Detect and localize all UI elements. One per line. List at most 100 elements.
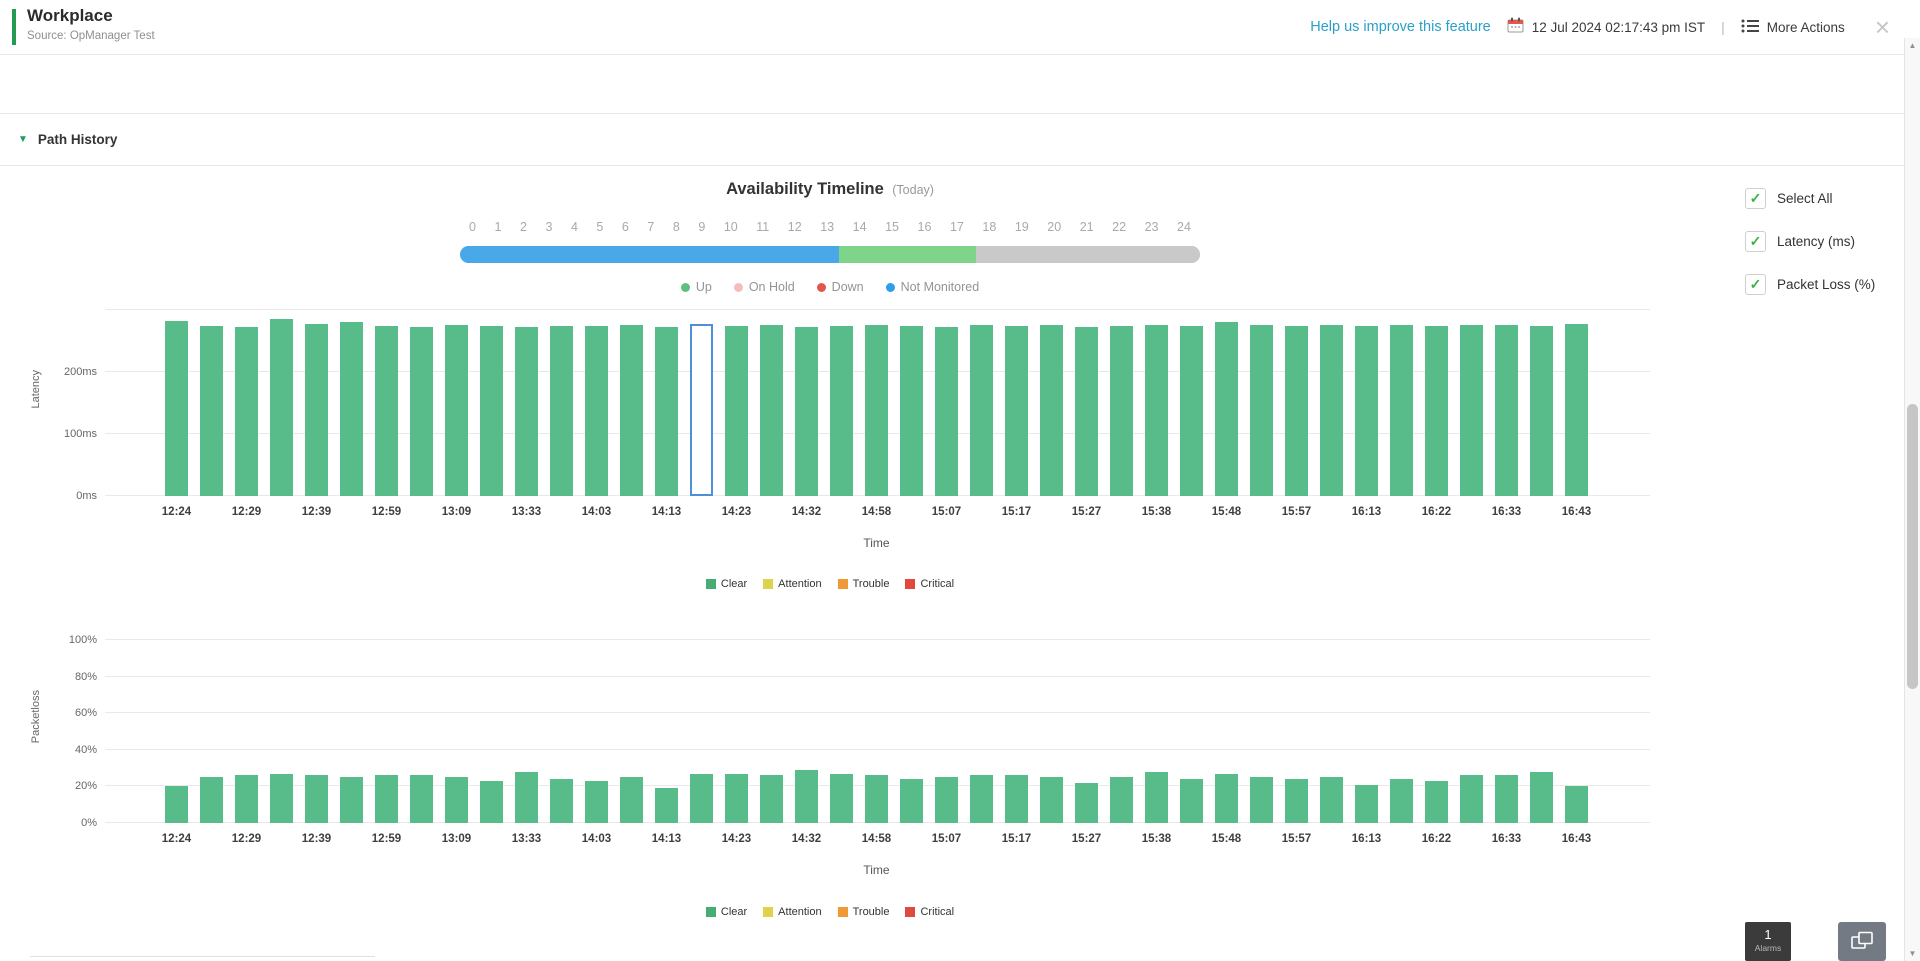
packetloss-bar-20[interactable] [865,775,888,823]
latency-bar-0[interactable] [165,321,188,496]
latency-bar-40[interactable] [1565,324,1588,496]
time-period-picker[interactable]: 12 Jul 2024 02:17:43 pm IST [1507,17,1705,38]
latency-bar-26[interactable] [1075,327,1098,496]
packetloss-bar-16[interactable] [725,774,748,823]
packetloss-bar-1[interactable] [200,777,223,823]
latency-bar-12[interactable] [585,326,608,496]
collapse-triangle-icon[interactable]: ▼ [18,134,28,145]
latency-bar-37[interactable] [1460,325,1483,496]
packetloss-bar-2[interactable] [235,775,258,823]
packetloss-bar-26[interactable] [1075,783,1098,823]
packetloss-bar-34[interactable] [1355,785,1378,823]
select-all-checkbox[interactable]: ✓ [1745,188,1766,209]
packetloss-bar-15[interactable] [690,774,713,823]
latency-bar-22[interactable] [935,327,958,496]
packetloss-bar-37[interactable] [1460,775,1483,823]
packetloss-bar-11[interactable] [550,779,573,823]
packetloss-bar-12[interactable] [585,781,608,823]
latency-bar-33[interactable] [1320,325,1343,496]
timeline-segment-up[interactable] [839,246,975,263]
latency-bar-1[interactable] [200,326,223,496]
latency-bar-39[interactable] [1530,326,1553,496]
packetloss-bar-8[interactable] [445,777,468,823]
latency-bar-15[interactable] [690,324,713,496]
packetloss-bar-0[interactable] [165,786,188,823]
packetloss-bar-28[interactable] [1145,772,1168,823]
timeline-bar[interactable] [460,246,1200,263]
alarms-badge[interactable]: 1 Alarms [1745,922,1791,961]
latency-bar-9[interactable] [480,326,503,496]
latency-bar-3[interactable] [270,319,293,496]
timeline-legend-item[interactable]: Up [681,280,712,294]
latency-bar-20[interactable] [865,325,888,496]
latency-bar-2[interactable] [235,327,258,496]
latency-bar-16[interactable] [725,326,748,496]
packetloss-bar-24[interactable] [1005,775,1028,823]
latency-bar-10[interactable] [515,327,538,496]
packetloss-bar-10[interactable] [515,772,538,823]
packetloss-legend-item[interactable]: Critical [905,906,954,918]
latency-bar-23[interactable] [970,325,993,496]
packetloss-bar-39[interactable] [1530,772,1553,823]
close-icon[interactable]: × [1875,17,1890,38]
latency-bar-32[interactable] [1285,326,1308,496]
latency-bar-30[interactable] [1215,322,1238,496]
select-all-row[interactable]: ✓ Select All [1745,186,1875,210]
packetloss-bar-23[interactable] [970,775,993,823]
latency-bar-11[interactable] [550,326,573,496]
latency-bar-14[interactable] [655,327,678,496]
latency-legend-item[interactable]: Clear [706,578,747,590]
latency-bar-6[interactable] [375,326,398,496]
latency-bar-27[interactable] [1110,326,1133,496]
latency-bar-4[interactable] [305,324,328,496]
latency-bar-17[interactable] [760,325,783,496]
more-actions-button[interactable]: More Actions [1741,19,1845,36]
packetloss-bar-4[interactable] [305,775,328,823]
packetloss-bar-18[interactable] [795,770,818,823]
timeline-legend-item[interactable]: On Hold [734,280,795,294]
scrollbar-down-arrow-icon[interactable]: ▼ [1905,949,1920,958]
scrollbar-up-arrow-icon[interactable]: ▲ [1905,41,1920,50]
packetloss-bar-7[interactable] [410,775,433,823]
timeline-segment-no-data[interactable] [976,246,1200,263]
scrollbar[interactable]: ▲ ▼ [1904,38,1920,961]
packetloss-bar-35[interactable] [1390,779,1413,823]
latency-legend-item[interactable]: Critical [905,578,954,590]
packetloss-bar-32[interactable] [1285,779,1308,823]
latency-legend-item[interactable]: Trouble [838,578,890,590]
latency-bar-28[interactable] [1145,325,1168,496]
latency-bar-5[interactable] [340,322,363,496]
packetloss-bar-3[interactable] [270,774,293,823]
packetloss-bar-36[interactable] [1425,781,1448,823]
packetloss-bar-25[interactable] [1040,777,1063,823]
packetloss-checkbox[interactable]: ✓ [1745,274,1766,295]
latency-bar-24[interactable] [1005,326,1028,496]
latency-bar-36[interactable] [1425,326,1448,496]
packetloss-bar-5[interactable] [340,777,363,823]
packetloss-bar-40[interactable] [1565,786,1588,823]
packetloss-bar-21[interactable] [900,779,923,823]
scrollbar-thumb[interactable] [1907,404,1918,689]
packetloss-bar-6[interactable] [375,775,398,823]
packetloss-toggle-row[interactable]: ✓ Packet Loss (%) [1745,272,1875,296]
latency-bar-7[interactable] [410,327,433,496]
latency-bar-35[interactable] [1390,325,1413,496]
packetloss-bar-13[interactable] [620,777,643,823]
latency-bar-8[interactable] [445,325,468,496]
timeline-legend-item[interactable]: Not Monitored [886,280,980,294]
packetloss-bar-27[interactable] [1110,777,1133,823]
path-history-section-header[interactable]: ▼ Path History [0,113,1920,166]
latency-bar-34[interactable] [1355,326,1378,496]
packetloss-bar-38[interactable] [1495,775,1518,823]
packetloss-bar-9[interactable] [480,781,503,823]
latency-bar-18[interactable] [795,327,818,496]
help-link[interactable]: Help us improve this feature [1310,19,1491,35]
packetloss-legend-item[interactable]: Attention [763,906,821,918]
packetloss-bar-29[interactable] [1180,779,1203,823]
latency-bar-21[interactable] [900,326,923,496]
packetloss-bar-33[interactable] [1320,777,1343,823]
packetloss-bar-30[interactable] [1215,774,1238,823]
latency-checkbox[interactable]: ✓ [1745,231,1766,252]
packetloss-bar-31[interactable] [1250,777,1273,823]
latency-bar-19[interactable] [830,326,853,496]
